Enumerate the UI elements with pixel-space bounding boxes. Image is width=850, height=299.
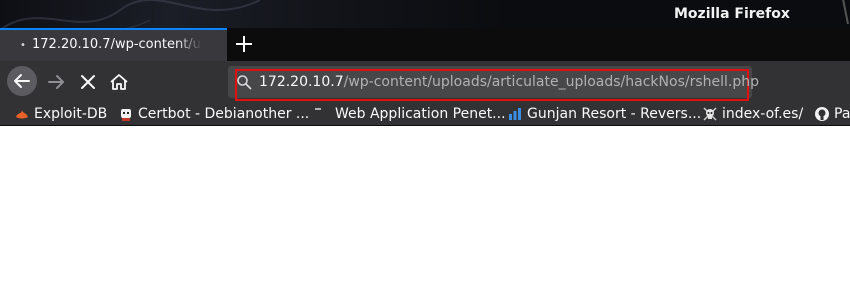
bookmark-exploit-db[interactable]: Exploit-DB	[14, 104, 107, 124]
tab-title: 172.20.10.7/wp-content/uploads/articulat…	[32, 37, 202, 52]
bookmark-label: Gunjan Resort - Revers...	[527, 106, 702, 122]
skull-icon	[703, 107, 717, 121]
bookmark-gunjan-resort[interactable]: Gunjan Resort - Revers...	[507, 104, 701, 124]
desktop-decoration-right	[842, 0, 849, 24]
url-path: /wp-content/uploads/articulate_uploads/h…	[343, 74, 759, 90]
certbot-icon	[121, 109, 131, 121]
new-tab-plus-icon[interactable]	[232, 32, 256, 56]
desktop-dragon-decoration	[1, 0, 260, 28]
bookmark-label: index-of.es/	[722, 106, 804, 122]
bookmark-label: Exploit-DB	[34, 106, 108, 122]
stop-button[interactable]	[73, 67, 103, 97]
window-title: Mozilla Firefox	[674, 6, 790, 22]
close-icon	[81, 75, 95, 89]
dot-icon	[315, 108, 321, 110]
search-icon	[237, 75, 252, 90]
url-text[interactable]: 172.20.10.7/wp-content/uploads/articulat…	[259, 74, 759, 90]
page-content	[0, 126, 850, 299]
bookmark-github[interactable]: Pa	[814, 104, 850, 124]
forward-arrow-icon	[48, 75, 64, 89]
bookmark-certbot[interactable]: Certbot - Debianother ...	[118, 104, 309, 124]
back-button[interactable]	[7, 66, 37, 96]
github-icon	[815, 107, 829, 121]
url-host: 172.20.10.7	[259, 74, 344, 90]
home-button[interactable]	[104, 67, 134, 97]
bookmark-web-app-pentest[interactable]: Web Application Penet...	[315, 104, 506, 124]
bookmark-label: Web Application Penet...	[335, 106, 506, 122]
bookmark-label: Certbot - Debianother ...	[138, 106, 310, 122]
forward-button[interactable]	[41, 67, 71, 97]
tab-active[interactable]: • 172.20.10.7/wp-content/uploads/articul…	[0, 28, 227, 61]
bookmarks-toolbar: Exploit-DB Certbot - Debianother ... Web…	[0, 101, 850, 126]
bookmark-index-of[interactable]: index-of.es/	[702, 104, 803, 124]
bar-chart-icon	[509, 108, 521, 120]
address-bar[interactable]: 172.20.10.7/wp-content/uploads/articulat…	[228, 66, 759, 101]
window-titlebar: Mozilla Firefox	[0, 0, 850, 28]
tab-strip: • 172.20.10.7/wp-content/uploads/articul…	[0, 28, 850, 61]
bookmark-label: Pa	[834, 106, 850, 122]
home-icon	[110, 74, 128, 90]
navigation-toolbar: 172.20.10.7/wp-content/uploads/articulat…	[0, 61, 850, 101]
exploit-db-icon	[16, 110, 28, 119]
tab-loading-indicator: •	[20, 40, 26, 51]
back-arrow-icon	[14, 74, 30, 88]
